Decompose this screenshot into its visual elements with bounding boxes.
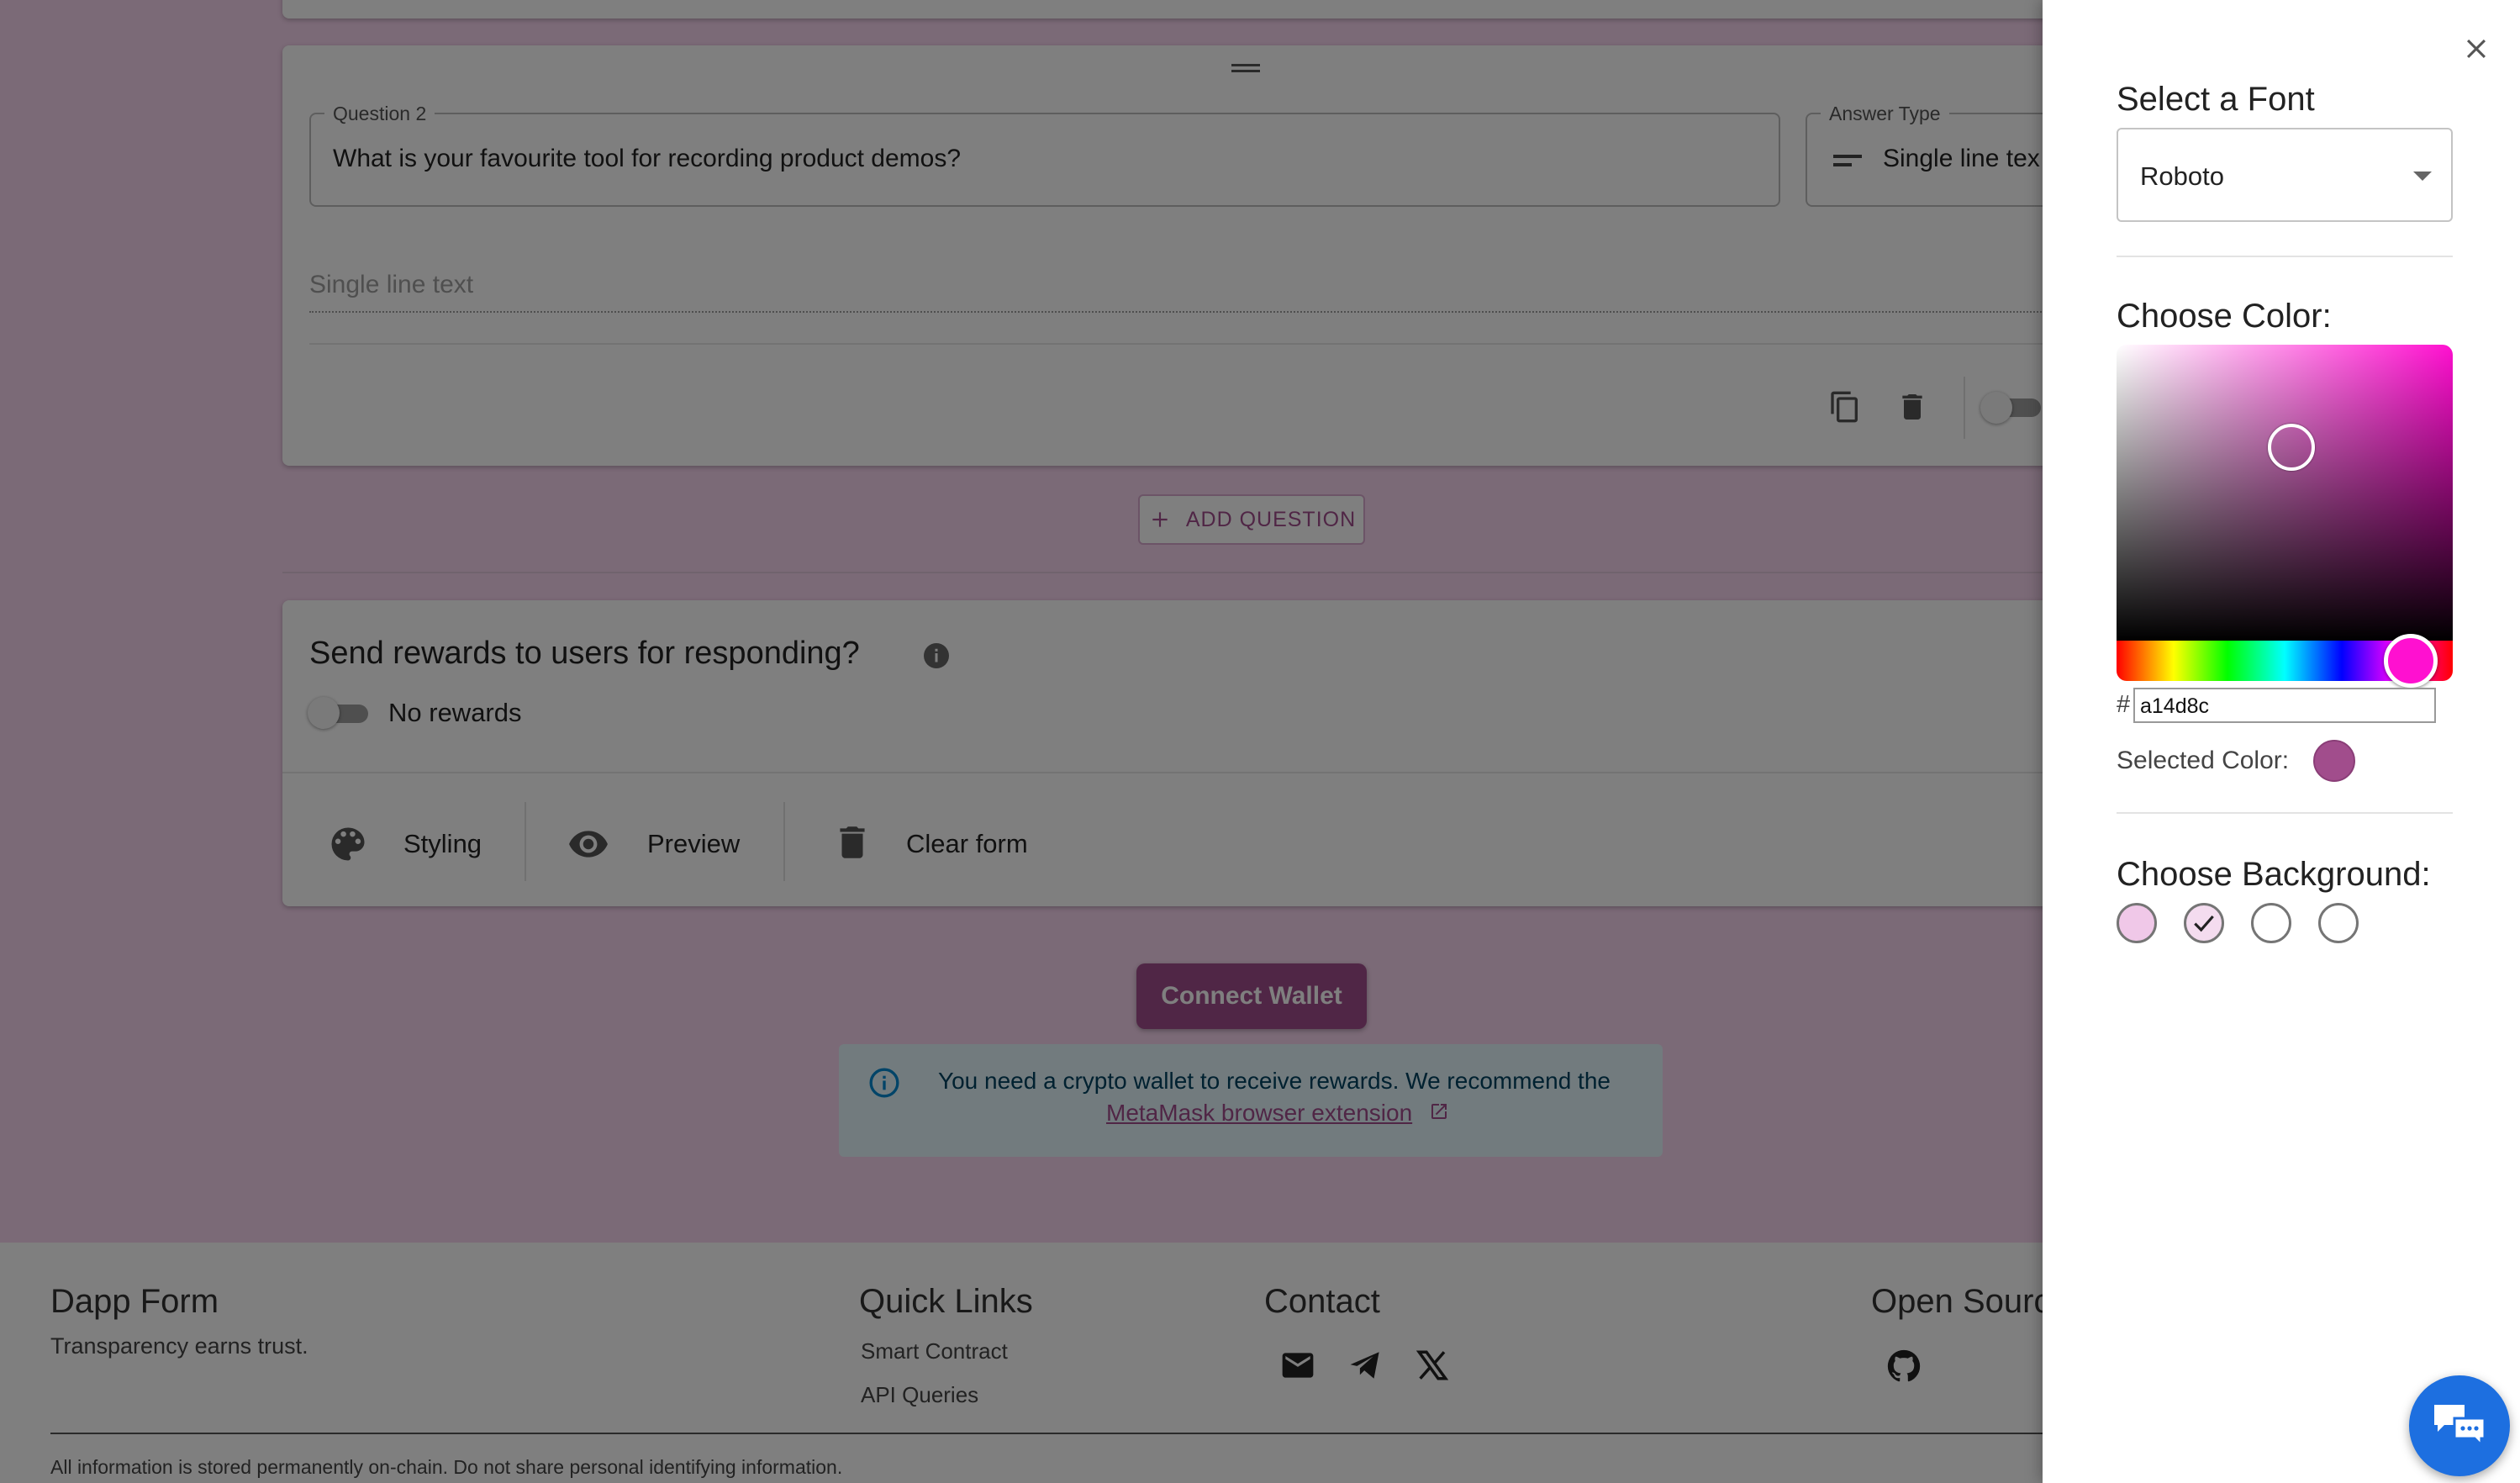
chat-icon: [2430, 1401, 2489, 1451]
saturation-thumb[interactable]: [2268, 424, 2315, 471]
check-icon: [2190, 909, 2218, 937]
background-option-4[interactable]: [2318, 903, 2359, 943]
styling-drawer: Select a Font Roboto Choose Color: # a14…: [2043, 0, 2520, 1483]
hex-prefix: #: [2117, 691, 2131, 718]
background-option-1[interactable]: [2117, 903, 2157, 943]
chat-widget-button[interactable]: [2409, 1375, 2510, 1476]
dropdown-arrow-icon: [2411, 166, 2434, 187]
drawer-divider-1: [2117, 256, 2453, 257]
drawer-divider-2: [2117, 812, 2453, 814]
selected-color-swatch: [2313, 740, 2355, 782]
background-option-3[interactable]: [2251, 903, 2291, 943]
close-icon[interactable]: [2458, 30, 2495, 67]
font-select[interactable]: Roboto: [2117, 128, 2453, 222]
hex-input[interactable]: a14d8c: [2133, 688, 2436, 723]
hex-input-value: a14d8c: [2140, 694, 2210, 718]
font-section-title: Select a Font: [2117, 81, 2315, 118]
hue-thumb[interactable]: [2384, 634, 2438, 688]
background-section-title: Choose Background:: [2117, 856, 2431, 893]
saturation-picker[interactable]: [2117, 345, 2453, 641]
selected-color-label: Selected Color:: [2117, 747, 2290, 774]
background-option-2[interactable]: [2184, 903, 2224, 943]
color-section-title: Choose Color:: [2117, 298, 2332, 335]
font-select-value: Roboto: [2140, 161, 2224, 191]
hue-slider[interactable]: [2117, 634, 2453, 688]
